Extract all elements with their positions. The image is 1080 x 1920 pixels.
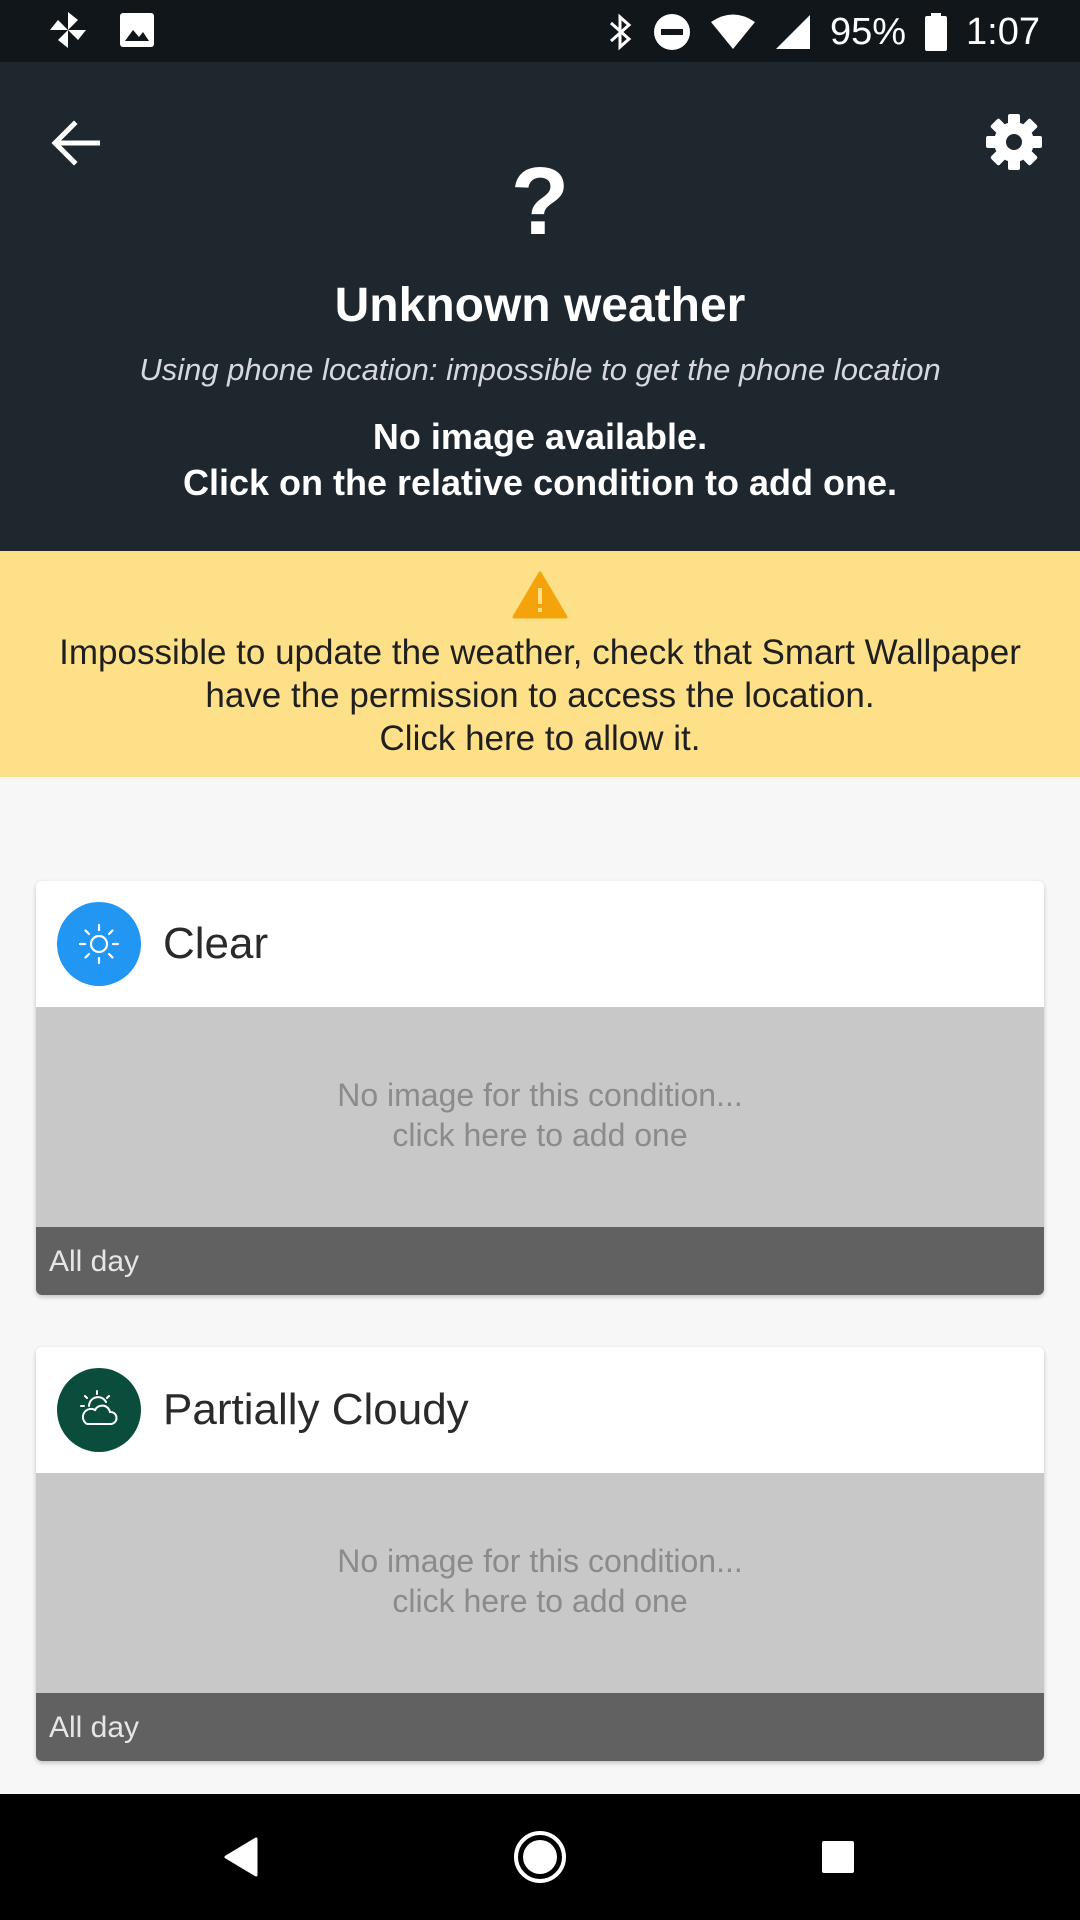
do-not-disturb-icon [652, 12, 692, 52]
schedule-label: All day [49, 1711, 140, 1744]
condition-label: Clear [163, 919, 269, 968]
status-bar: 95% 1:07 [0, 0, 1080, 62]
condition-label: Partially Cloudy [163, 1385, 469, 1434]
battery-percent: 95% [829, 10, 907, 53]
location-status: Using phone location: impossible to get … [139, 352, 941, 387]
nav-recents-button[interactable] [805, 1824, 871, 1890]
weather-header: ? Unknown weather Using phone location: … [0, 62, 1080, 551]
warning-line3: Click here to allow it. [379, 719, 701, 758]
placeholder-line2: click here to add one [392, 1583, 688, 1619]
schedule-bar: All day [36, 1227, 1044, 1295]
warning-icon [512, 571, 568, 624]
condition-card-partially-cloudy[interactable]: Partially Cloudy No image for this condi… [36, 1347, 1044, 1761]
square-recents-icon [822, 1841, 854, 1873]
add-image-area[interactable]: No image for this condition... click her… [36, 1007, 1044, 1227]
weather-title: Unknown weather [334, 279, 746, 332]
bluetooth-icon [608, 12, 634, 52]
sun-icon [57, 902, 141, 986]
no-image-line1: No image available. [372, 416, 708, 457]
no-image-placeholder: No image for this condition... click her… [36, 1075, 1044, 1155]
nav-home-button[interactable] [507, 1824, 573, 1890]
circle-home-icon [514, 1831, 566, 1883]
navigation-bar [0, 1794, 1080, 1920]
warning-line2: have the permission to access the locati… [205, 676, 875, 715]
pinwheel-icon [48, 10, 88, 50]
triangle-back-icon [224, 1837, 258, 1877]
partly-cloudy-icon [57, 1368, 141, 1452]
condition-card-header: Clear [36, 881, 1044, 1007]
condition-card-header: Partially Cloudy [36, 1347, 1044, 1473]
no-image-line2: Click on the relative condition to add o… [182, 462, 898, 503]
location-permission-banner[interactable]: Impossible to update the weather, check … [0, 551, 1080, 777]
nav-back-button[interactable] [207, 1824, 273, 1890]
add-image-area[interactable]: No image for this condition... click her… [36, 1473, 1044, 1693]
placeholder-line1: No image for this condition... [337, 1543, 743, 1579]
warning-message: Impossible to update the weather, check … [0, 631, 1080, 760]
no-image-message: No image available. Click on the relativ… [0, 414, 1080, 506]
unknown-weather-icon: ? [510, 148, 570, 255]
battery-icon [924, 12, 948, 52]
schedule-label: All day [49, 1245, 140, 1278]
no-image-placeholder: No image for this condition... click her… [36, 1541, 1044, 1621]
cell-signal-icon [774, 13, 812, 51]
warning-line1: Impossible to update the weather, check … [59, 633, 1021, 672]
clock: 1:07 [966, 10, 1040, 53]
condition-card-clear[interactable]: Clear No image for this condition... cli… [36, 881, 1044, 1295]
placeholder-line1: No image for this condition... [337, 1077, 743, 1113]
schedule-bar: All day [36, 1693, 1044, 1761]
wifi-icon [710, 13, 756, 51]
placeholder-line2: click here to add one [392, 1117, 688, 1153]
image-icon [118, 11, 156, 49]
